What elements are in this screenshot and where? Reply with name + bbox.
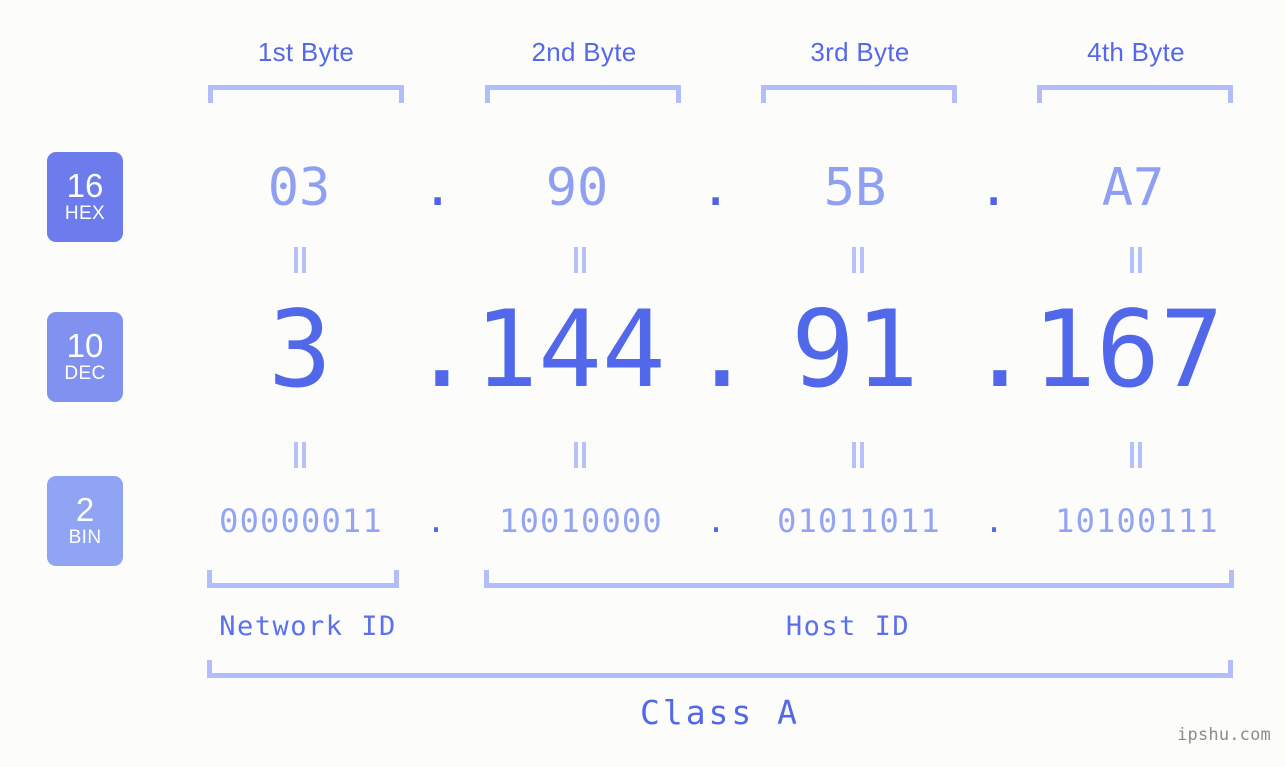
class-bracket (207, 660, 1233, 678)
radix-badge-dec-number: 10 (66, 327, 104, 364)
dec-byte-1: 3 (268, 288, 332, 411)
equals-mark-dec-bin-3 (849, 442, 867, 468)
radix-badge-hex: 16 HEX (47, 152, 123, 242)
byte-header-3: 3rd Byte (810, 37, 910, 67)
network-id-label: Network ID (219, 611, 397, 642)
radix-badge-dec: 10 DEC (47, 312, 123, 402)
hex-byte-1: 03 (267, 158, 331, 218)
bin-separator-2: . (706, 502, 726, 540)
radix-badge-hex-system: HEX (64, 203, 106, 224)
host-id-label: Host ID (785, 611, 911, 642)
dec-byte-3: 91 (791, 288, 919, 411)
equals-mark-dec-bin-2 (571, 442, 589, 468)
hex-byte-4: A7 (1101, 158, 1165, 218)
class-label: Class A (639, 693, 801, 732)
dec-byte-4: 167 (1032, 288, 1224, 411)
bin-separator-1: . (426, 502, 446, 540)
dec-separator-2: . (690, 288, 754, 411)
bin-separator-3: . (984, 502, 1004, 540)
radix-badge-bin-system: BIN (68, 527, 102, 548)
hex-byte-3: 5B (823, 158, 887, 218)
equals-mark-dec-bin-4 (1127, 442, 1145, 468)
hex-separator-1: . (422, 158, 454, 218)
equals-mark-hex-dec-2 (571, 247, 589, 273)
dec-separator-3: . (968, 288, 1032, 411)
host-id-bracket (484, 570, 1234, 588)
bin-byte-1: 00000011 (219, 502, 383, 540)
bin-byte-3: 01011011 (777, 502, 941, 540)
byte-bracket-4 (1037, 85, 1233, 103)
byte-bracket-2 (485, 85, 681, 103)
dec-separator-1: . (410, 288, 474, 411)
radix-badge-bin-number: 2 (75, 491, 95, 528)
network-id-bracket (207, 570, 399, 588)
byte-header-1: 1st Byte (257, 37, 355, 67)
bin-byte-2: 10010000 (499, 502, 663, 540)
bin-byte-4: 10100111 (1055, 502, 1219, 540)
equals-mark-dec-bin-1 (291, 442, 309, 468)
byte-header-4: 4th Byte (1087, 37, 1185, 67)
hex-separator-2: . (700, 158, 732, 218)
equals-mark-hex-dec-1 (291, 247, 309, 273)
watermark: ipshu.com (1177, 725, 1271, 745)
byte-bracket-1 (208, 85, 404, 103)
equals-mark-hex-dec-3 (849, 247, 867, 273)
dec-byte-2: 144 (474, 288, 666, 411)
hex-byte-2: 90 (545, 158, 609, 218)
hex-separator-3: . (978, 158, 1010, 218)
radix-badge-dec-system: DEC (64, 363, 106, 384)
radix-badge-bin: 2 BIN (47, 476, 123, 566)
byte-header-2: 2nd Byte (531, 37, 637, 67)
ip-address-diagram: 1st Byte 2nd Byte 3rd Byte 4th Byte 16 H… (0, 0, 1285, 767)
radix-badge-hex-number: 16 (66, 167, 104, 204)
equals-mark-hex-dec-4 (1127, 247, 1145, 273)
byte-bracket-3 (761, 85, 957, 103)
